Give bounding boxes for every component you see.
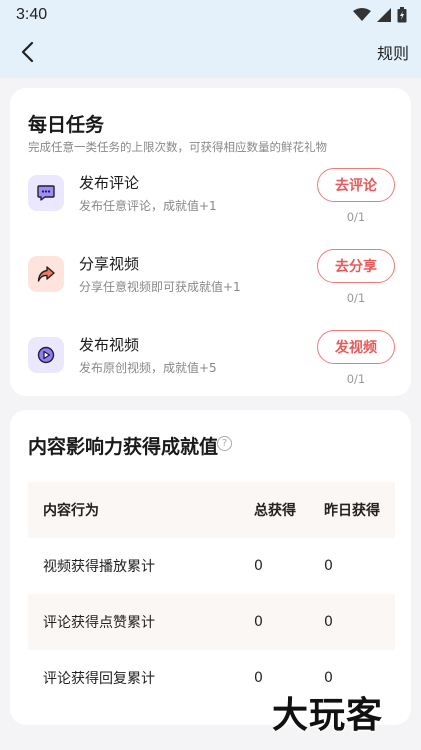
status-time: 3:40 [16,6,48,23]
task-desc: 发布原创视频，成就值+5 [79,361,217,375]
signal-icon [377,8,391,22]
task-name: 分享视频 [79,255,140,273]
task-row-share: 分享视频 分享任意视频即可获成就值+1 去分享 0/1 [10,249,411,313]
column-header: 昨日获得 [324,503,380,519]
task-progress: 0/1 [346,372,366,386]
table-cell: 0 [254,558,263,574]
table-cell: 0 [254,670,263,686]
table-cell: 评论获得回复累计 [43,671,155,687]
nav-bar: 规则 [0,30,421,74]
table-header-row: 内容行为 总获得 昨日获得 [28,482,395,538]
video-icon [28,337,64,373]
table-row: 评论获得点赞累计 0 0 [28,594,395,650]
task-row-comment: 发布评论 发布任意评论，成就值+1 去评论 0/1 [10,168,411,232]
battery-icon [397,7,407,23]
top-bar: 3:40 规则 [0,0,421,78]
comment-icon [28,175,64,211]
column-header: 总获得 [254,503,296,519]
table-cell: 0 [324,558,333,574]
daily-tasks-card: 每日任务 完成任意一类任务的上限次数，可获得相应数量的鲜花礼物 发布评论 发布任… [10,88,411,396]
daily-tasks-subtitle: 完成任意一类任务的上限次数，可获得相应数量的鲜花礼物 [28,140,327,154]
wifi-icon [353,8,371,21]
back-arrow-icon [21,41,34,63]
task-progress: 0/1 [346,210,366,224]
influence-table: 内容行为 总获得 昨日获得 视频获得播放累计 0 0 评论获得点赞累计 0 0 … [28,482,395,706]
watermark-logo: 大玩客 [272,695,384,736]
table-cell: 视频获得播放累计 [43,559,155,575]
help-icon[interactable]: ? [217,436,232,451]
share-icon [28,256,64,292]
table-cell: 0 [324,614,333,630]
rules-link[interactable]: 规则 [377,40,409,64]
status-icons [353,7,407,23]
table-cell: 0 [254,614,263,630]
daily-tasks-title: 每日任务 [28,114,105,136]
table-row: 视频获得播放累计 0 0 [28,538,395,594]
back-button[interactable] [14,37,40,67]
go-share-button[interactable]: 去分享 [317,249,395,283]
influence-card: 内容影响力获得成就值 ? 内容行为 总获得 昨日获得 视频获得播放累计 0 0 … [10,410,411,725]
influence-title: 内容影响力获得成就值 [28,436,219,458]
column-header: 内容行为 [43,503,99,519]
post-video-button[interactable]: 发视频 [317,330,395,364]
status-bar: 3:40 [0,0,421,30]
task-desc: 分享任意视频即可获成就值+1 [79,280,241,294]
go-comment-button[interactable]: 去评论 [317,168,395,202]
table-cell: 评论获得点赞累计 [43,615,155,631]
task-name: 发布评论 [79,174,140,192]
task-name: 发布视频 [79,336,140,354]
task-desc: 发布任意评论，成就值+1 [79,199,217,213]
task-row-video: 发布视频 发布原创视频，成就值+5 发视频 0/1 [10,330,411,394]
task-progress: 0/1 [346,291,366,305]
